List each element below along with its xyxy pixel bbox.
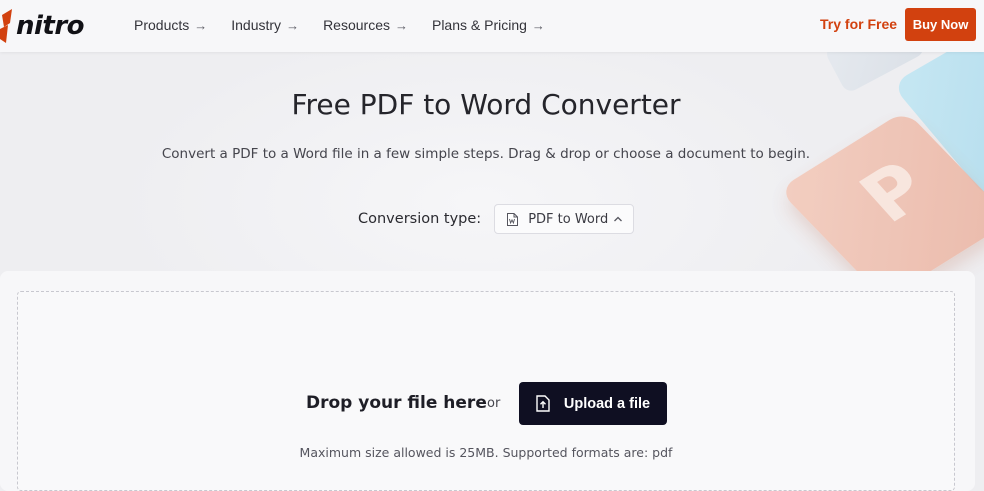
- page-subtitle: Convert a PDF to a Word file in a few si…: [161, 146, 811, 162]
- chevron-up-icon: [614, 216, 623, 222]
- file-dropzone[interactable]: [17, 291, 955, 491]
- nitro-logo-icon: [0, 9, 12, 43]
- nav-item-label: Plans & Pricing: [431, 17, 527, 33]
- nav-item-products[interactable]: Products →: [134, 17, 207, 33]
- nav-item-industry[interactable]: Industry →: [231, 17, 299, 33]
- arrow-right-icon: →: [531, 17, 545, 33]
- brand-name: nitro: [16, 11, 85, 41]
- upload-file-button[interactable]: Upload a file: [519, 382, 667, 425]
- nav-item-label: Industry: [231, 17, 282, 33]
- page-title: Free PDF to Word Converter: [291, 88, 681, 121]
- nav-item-resources[interactable]: Resources →: [323, 17, 408, 33]
- nav-item-plans-pricing[interactable]: Plans & Pricing →: [432, 17, 545, 33]
- arrow-right-icon: →: [286, 17, 300, 33]
- buy-now-button[interactable]: Buy Now: [905, 8, 976, 41]
- nav-item-label: Resources: [323, 17, 390, 33]
- conversion-type-row: Conversion type: PDF to Word: [358, 203, 635, 235]
- nitro-logo[interactable]: nitro: [0, 6, 85, 46]
- upload-file-label: Upload a file: [563, 395, 651, 412]
- nav-item-label: Products: [134, 17, 190, 33]
- upload-file-icon: [536, 395, 550, 412]
- file-requirements-note: Maximum size allowed is 25MB. Supported …: [299, 445, 673, 460]
- or-separator: or: [487, 396, 501, 411]
- conversion-type-value: PDF to Word: [528, 211, 609, 227]
- arrow-right-icon: →: [394, 17, 408, 33]
- main-nav: Products → Industry → Resources → Plans …: [134, 0, 569, 50]
- site-header: nitro Products → Industry → Resources → …: [0, 0, 984, 52]
- word-file-icon: [507, 212, 519, 226]
- drop-file-text: Drop your file here: [306, 393, 487, 413]
- conversion-type-label: Conversion type:: [358, 211, 482, 227]
- arrow-right-icon: →: [194, 17, 208, 33]
- conversion-type-dropdown[interactable]: PDF to Word: [494, 204, 635, 234]
- try-for-free-link[interactable]: Try for Free: [820, 16, 897, 32]
